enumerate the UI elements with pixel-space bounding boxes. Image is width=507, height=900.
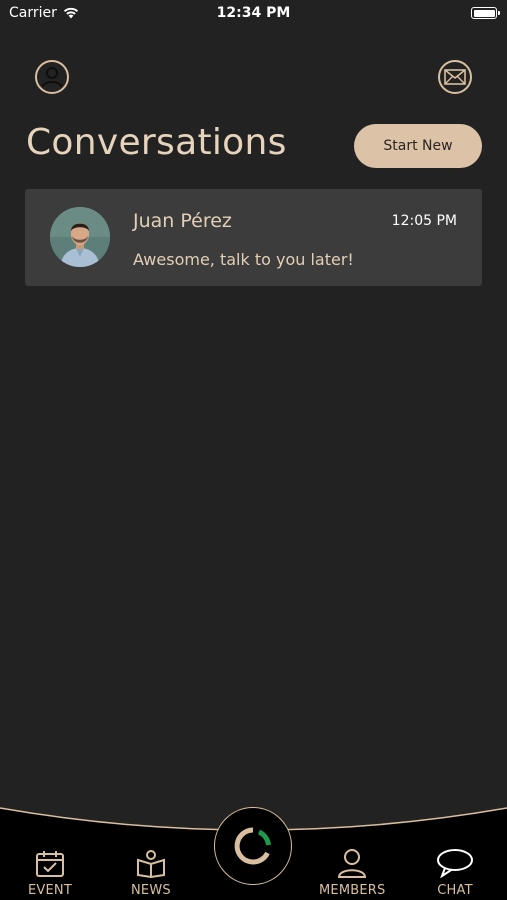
envelope-icon (444, 69, 466, 85)
app-logo-icon (234, 827, 271, 865)
conversation-item[interactable]: Juan Pérez 12:05 PM Awesome, talk to you… (25, 189, 482, 286)
page-title: Conversations (26, 122, 287, 163)
nav-chat-label: CHAT (437, 883, 473, 898)
message-time: 12:05 PM (391, 213, 457, 229)
calendar-check-icon (36, 851, 64, 877)
contact-name: Juan Pérez (133, 210, 232, 232)
nav-chat[interactable]: CHAT (436, 848, 474, 898)
status-time: 12:34 PM (216, 5, 291, 21)
messages-button[interactable] (438, 60, 472, 94)
nav-members[interactable]: MEMBERS (319, 848, 385, 898)
user-icon (41, 67, 63, 88)
nav-event[interactable]: EVENT (28, 850, 72, 898)
profile-button[interactable] (35, 60, 69, 94)
status-bar: Carrier 12:34 PM (0, 0, 507, 28)
chat-bubble-icon (437, 849, 473, 878)
avatar (50, 207, 110, 267)
start-new-button[interactable]: Start New (354, 124, 482, 168)
nav-news-label: NEWS (131, 883, 171, 898)
book-icon (136, 850, 165, 878)
last-message: Awesome, talk to you later! (133, 250, 354, 269)
nav-event-label: EVENT (28, 883, 72, 898)
battery-icon (471, 7, 500, 19)
nav-members-label: MEMBERS (319, 883, 386, 898)
home-logo-button[interactable] (214, 807, 292, 885)
nav-news[interactable]: NEWS (131, 848, 171, 898)
bottom-nav: EVENT NEWS MEMBERS CHAT (0, 790, 507, 900)
person-icon (338, 849, 367, 878)
